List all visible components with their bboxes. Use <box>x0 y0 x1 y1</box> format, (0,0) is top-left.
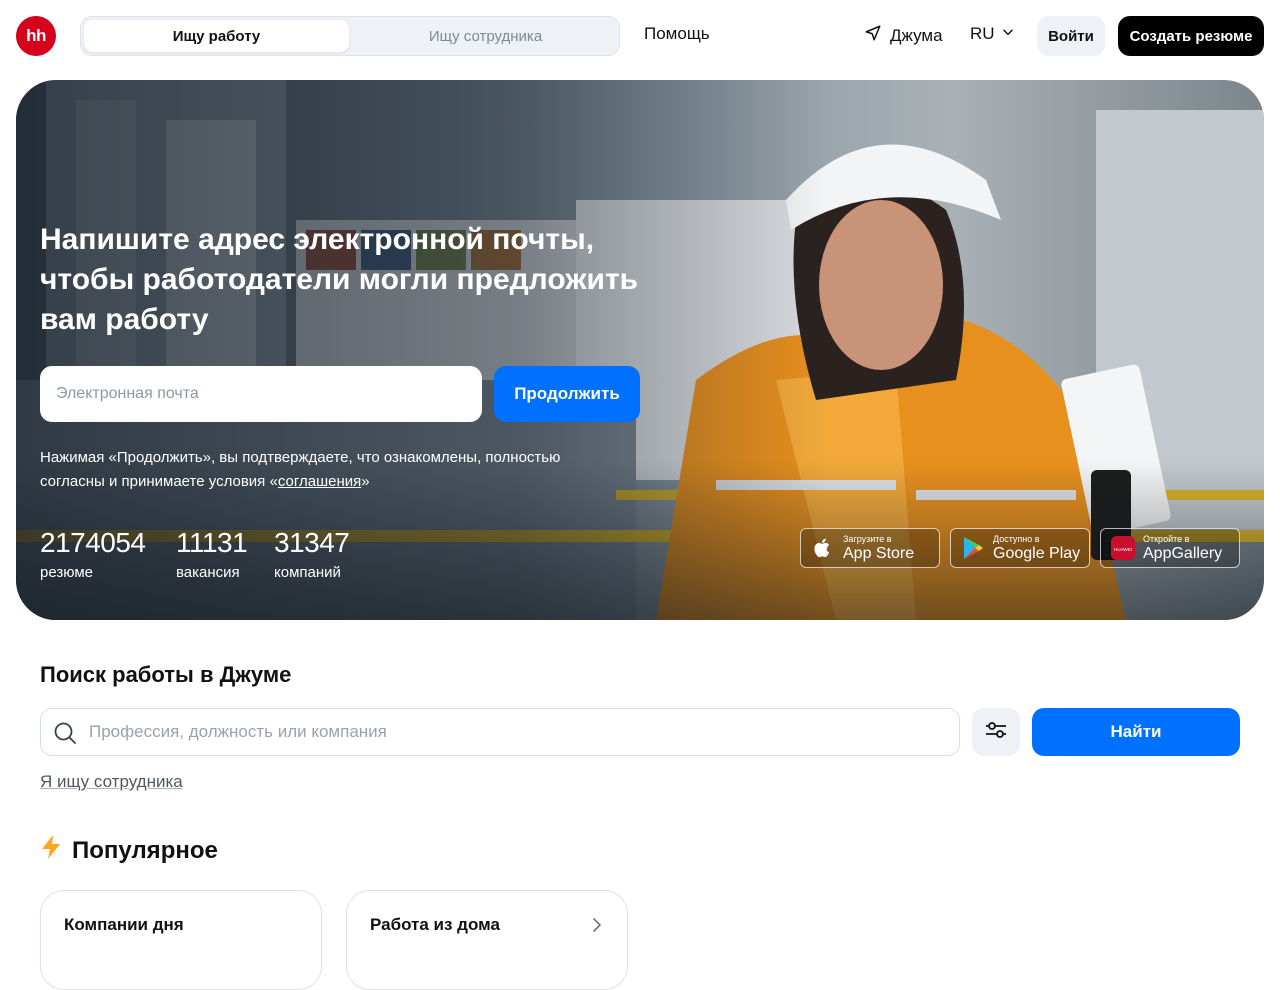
search-input[interactable] <box>89 709 949 755</box>
location-selector[interactable]: Джума <box>864 24 943 47</box>
navigation-arrow-icon <box>864 24 882 47</box>
language-selector[interactable]: RU <box>970 24 1015 44</box>
popular-section-title: Популярное <box>40 834 218 867</box>
email-input[interactable] <box>40 366 482 422</box>
help-link[interactable]: Помощь <box>644 24 710 44</box>
card-title: Компании дня <box>64 915 184 934</box>
card-title: Работа из дома <box>370 915 500 934</box>
search-icon <box>53 721 77 745</box>
search-section-title: Поиск работы в Джуме <box>40 662 292 687</box>
consent-end: » <box>361 473 370 490</box>
employer-link[interactable]: Я ищу сотрудника <box>40 772 183 792</box>
stat-value: 31347 <box>274 527 350 558</box>
tab-job-seeker[interactable]: Ищу работу <box>84 20 349 52</box>
top-header: hh Ищу работу Ищу сотрудника Помощь Джум… <box>0 0 1280 72</box>
sliders-icon <box>984 718 1008 747</box>
hero-banner: Напишите адрес электронной почты, чтобы … <box>16 80 1264 620</box>
popular-title-text: Популярное <box>72 836 218 864</box>
stat-value: 2174054 <box>40 527 146 558</box>
lightning-icon <box>40 834 62 867</box>
create-resume-button[interactable]: Создать резюме <box>1118 16 1264 56</box>
stat-value: 11131 <box>176 527 248 558</box>
find-button[interactable]: Найти <box>1032 708 1240 756</box>
stat-companies: 31347 компаний <box>274 526 350 581</box>
store-caption: Откройте в <box>1143 533 1190 544</box>
stat-label: резюме <box>40 564 93 581</box>
store-text: Откройте в AppGallery <box>1143 534 1222 563</box>
tab-employer[interactable]: Ищу сотрудника <box>353 20 618 52</box>
hero-title: Напишите адрес электронной почты, чтобы … <box>40 223 639 336</box>
huawei-icon: HUAWEI <box>1111 536 1135 560</box>
store-caption: Загрузите в <box>843 533 892 544</box>
stat-label: вакансия <box>176 564 240 581</box>
agreement-link[interactable]: соглашения <box>278 473 361 490</box>
store-text: Доступно в Google Play <box>993 534 1080 563</box>
stat-label: компаний <box>274 564 341 581</box>
store-name: Google Play <box>993 544 1081 562</box>
app-store-badge[interactable]: Загрузите в App Store <box>800 528 940 568</box>
continue-button[interactable]: Продолжить <box>494 366 640 422</box>
hh-logo[interactable]: hh <box>16 16 56 56</box>
stat-vacancies: 11131 вакансия <box>176 526 248 581</box>
store-name: App Store <box>843 544 915 562</box>
stat-resumes: 2174054 резюме <box>40 526 146 581</box>
store-text: Загрузите в App Store <box>843 534 914 563</box>
chevron-down-icon <box>1001 24 1015 44</box>
svg-text:HUAWEI: HUAWEI <box>1114 547 1132 552</box>
login-button[interactable]: Войти <box>1037 16 1105 56</box>
app-gallery-badge[interactable]: HUAWEI Откройте в AppGallery <box>1100 528 1240 568</box>
consent-text: Нажимая «Продолжить», вы подтверждаете, … <box>40 446 620 494</box>
store-caption: Доступно в <box>993 533 1040 544</box>
language-label: RU <box>970 24 995 43</box>
role-switcher: Ищу работу Ищу сотрудника <box>80 16 620 56</box>
filters-button[interactable] <box>972 708 1020 756</box>
store-name: AppGallery <box>1143 544 1223 562</box>
chevron-right-icon <box>591 917 603 938</box>
popular-card-companies-of-day[interactable]: Компании дня <box>40 890 322 990</box>
google-play-icon <box>961 536 985 560</box>
job-search-box[interactable] <box>40 708 960 756</box>
location-label: Джума <box>890 25 943 45</box>
apple-icon <box>811 536 835 560</box>
google-play-badge[interactable]: Доступно в Google Play <box>950 528 1090 568</box>
popular-card-remote-work[interactable]: Работа из дома <box>346 890 628 990</box>
